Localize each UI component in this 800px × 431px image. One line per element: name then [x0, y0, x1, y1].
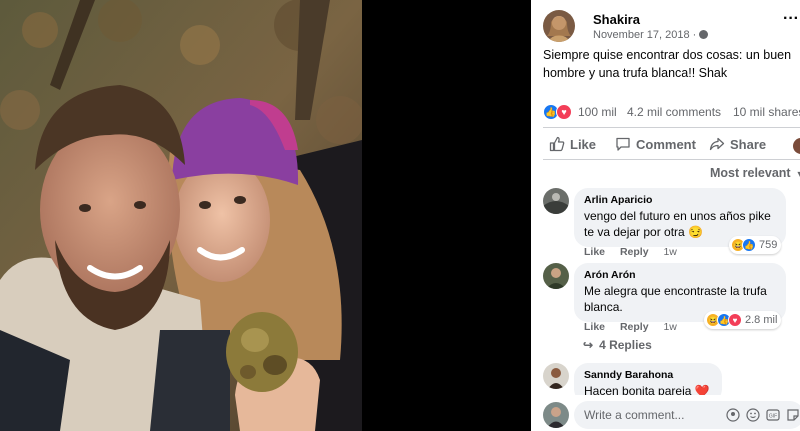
comment-item: Arón Arón Me alegra que encontraste la t…: [543, 263, 800, 333]
commenter-name[interactable]: Arón Arón: [584, 269, 776, 281]
post-viewer: Shakira November 17, 2018 · ··· Siempre …: [0, 0, 800, 431]
comment-time[interactable]: 1w: [663, 321, 676, 333]
love-reaction-icon[interactable]: ♥: [556, 104, 572, 120]
post-photo[interactable]: [0, 0, 362, 431]
post-header: Shakira November 17, 2018 · ···: [543, 10, 800, 44]
comment-sort-dropdown[interactable]: Most relevant ▼: [710, 166, 800, 180]
sticker-icon[interactable]: [786, 408, 800, 422]
photo-viewer: [0, 0, 531, 431]
commenter-avatar[interactable]: [543, 188, 569, 214]
commenter-avatar[interactable]: [543, 363, 569, 389]
comment-input[interactable]: Write a comment... GIF: [574, 401, 800, 429]
commenter-name[interactable]: Arlin Aparicio: [584, 194, 776, 206]
love-reaction-icon: ♥: [728, 313, 742, 327]
post-caption: Siempre quise encontrar dos cosas: un bu…: [543, 48, 792, 80]
post-info-panel: Shakira November 17, 2018 · ··· Siempre …: [531, 0, 800, 431]
comment-bubble-icon: [616, 137, 630, 151]
user-avatar[interactable]: [543, 402, 569, 428]
comment-reply-link[interactable]: Reply: [620, 246, 649, 258]
post-stats: 👍 ♥ 100 mil 4.2 mil comments 10 mil shar…: [543, 103, 800, 123]
comment-button[interactable]: Comment: [615, 136, 696, 152]
comment-count[interactable]: 4.2 mil comments: [627, 105, 721, 119]
comment-like-link[interactable]: Like: [584, 321, 605, 333]
action-bar: Like Comment Share: [543, 134, 800, 158]
like-label: Like: [570, 136, 597, 152]
comment-meta: Like Reply 1w: [584, 321, 689, 333]
post-date[interactable]: November 17, 2018 ·: [593, 29, 709, 41]
share-label: Share: [730, 136, 767, 152]
reaction-count[interactable]: 100 mil: [578, 105, 617, 119]
svg-text:GIF: GIF: [769, 414, 777, 420]
share-count[interactable]: 10 mil shares: [733, 105, 800, 119]
comment-composer: Write a comment... GIF: [543, 400, 800, 431]
like-reaction-icon: 👍: [742, 238, 756, 252]
caret-down-icon: ▼: [796, 169, 800, 179]
comment-item: Arlin Aparicio vengo del futuro en unos …: [543, 188, 800, 258]
author-avatar[interactable]: [543, 10, 575, 42]
share-arrow-icon: [709, 137, 725, 151]
comment-time[interactable]: 1w: [663, 246, 676, 258]
comment-reactions[interactable]: 😆 👍 ♥ 2.8 mil: [704, 311, 782, 329]
comment-item: Sanndy Barahona Hacen bonita pareja ❤️: [543, 363, 800, 395]
thumbs-up-icon: [549, 136, 565, 152]
comment-meta: Like Reply 1w: [584, 246, 689, 258]
comment-like-link[interactable]: Like: [584, 246, 605, 258]
share-button[interactable]: Share: [709, 136, 766, 152]
author-name[interactable]: Shakira: [593, 12, 640, 27]
comment-bubble: Sanndy Barahona Hacen bonita pareja ❤️: [574, 363, 722, 395]
comment-text: Hacen bonita pareja ❤️: [584, 384, 710, 395]
gif-icon[interactable]: GIF: [766, 408, 780, 422]
reply-arrow-icon: ↪: [583, 338, 594, 352]
avatar-sticker-icon[interactable]: [726, 408, 740, 422]
globe-icon: [699, 30, 709, 39]
emoji-icon[interactable]: [746, 408, 760, 422]
divider: [543, 159, 800, 160]
post-date-text[interactable]: November 17, 2018 ·: [593, 29, 696, 41]
comment-label: Comment: [636, 136, 696, 152]
more-options-icon[interactable]: ···: [781, 11, 800, 27]
comment-reaction-count: 2.8 mil: [745, 314, 778, 326]
comment-reaction-count: 759: [759, 239, 778, 251]
divider: [543, 127, 800, 128]
comment-input-placeholder: Write a comment...: [584, 408, 685, 422]
commenter-avatar[interactable]: [543, 263, 569, 289]
replies-label: 4 Replies: [599, 338, 652, 352]
commenter-name[interactable]: Sanndy Barahona: [584, 369, 712, 381]
comment-reactions[interactable]: 😆 👍 759: [729, 236, 782, 254]
comment-reply-link[interactable]: Reply: [620, 321, 649, 333]
sort-label: Most relevant: [710, 166, 791, 180]
view-replies-link[interactable]: ↪ 4 Replies: [583, 338, 652, 352]
like-button[interactable]: Like: [549, 136, 596, 152]
reaction-selector-avatar[interactable]: [793, 138, 800, 154]
